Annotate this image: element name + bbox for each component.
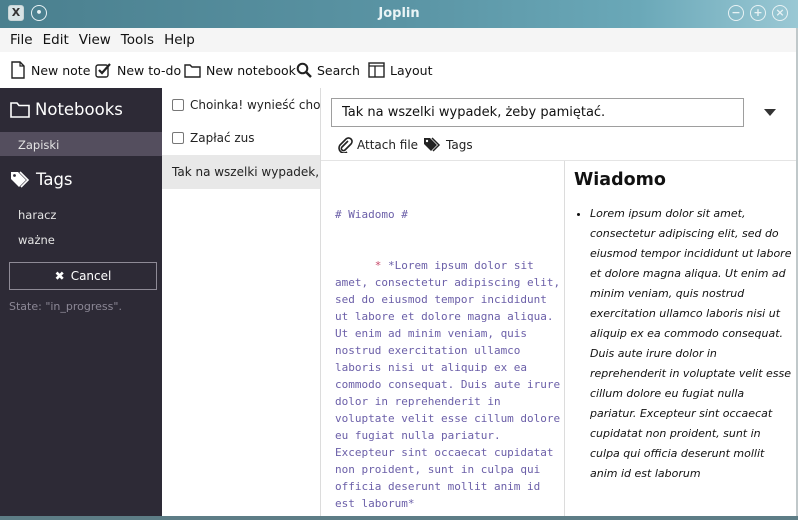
menu-bar: File Edit View Tools Help xyxy=(0,28,798,52)
folder-icon xyxy=(184,63,201,78)
note-title: Tak na wszelki wypadek, żeby pamiętać. xyxy=(172,165,320,179)
notebooks-header-label: Notebooks xyxy=(35,100,123,119)
tags-icon xyxy=(11,170,30,188)
note-title: Zapłać zus xyxy=(190,131,255,145)
title-bar[interactable]: X • Joplin − + × xyxy=(0,0,798,28)
chevron-down-icon[interactable] xyxy=(764,109,776,116)
app-window: X • Joplin − + × File Edit View Tools Help N… xyxy=(0,0,798,520)
preview-list-item: Lorem ipsum dolor sit amet, consectetur … xyxy=(590,204,792,484)
cancel-label: Cancel xyxy=(70,269,112,283)
layout-icon xyxy=(368,62,385,78)
menu-tools[interactable]: Tools xyxy=(116,28,159,48)
note-title-input[interactable] xyxy=(331,98,744,127)
folder-icon xyxy=(10,102,30,118)
menu-file[interactable]: File xyxy=(0,28,38,48)
layout-button[interactable]: Layout xyxy=(368,52,433,88)
search-icon xyxy=(296,62,312,78)
window-border-bottom xyxy=(0,516,798,520)
window-title: Joplin xyxy=(378,6,420,21)
search-button[interactable]: Search xyxy=(296,52,360,88)
tags-header[interactable]: Tags xyxy=(10,170,73,189)
sidebar: Notebooks Zapiski Tags haracz ważne ✖ Ca… xyxy=(0,88,162,520)
new-notebook-label: New notebook xyxy=(206,62,296,78)
paperclip-icon xyxy=(338,137,353,153)
sidebar-item-tag[interactable]: ważne xyxy=(18,233,55,247)
preview-list: Lorem ipsum dolor sit amet, consectetur … xyxy=(574,204,792,484)
new-todo-label: New to-do xyxy=(117,62,182,78)
sidebar-item-tag[interactable]: haracz xyxy=(18,208,56,222)
todo-checkbox[interactable] xyxy=(172,99,184,111)
note-list: Choinka! wynieść choinkę Zapłać zus Tak … xyxy=(162,88,321,520)
new-note-label: New note xyxy=(31,62,91,78)
note-title: Choinka! wynieść choinkę xyxy=(190,98,320,112)
note-editor: Attach file Tags # Wiadomo # * *Lorem ip… xyxy=(321,88,798,520)
list-item[interactable]: Choinka! wynieść choinkę xyxy=(162,88,320,122)
menu-edit[interactable]: Edit xyxy=(38,28,74,48)
tags-icon xyxy=(424,137,441,152)
list-item-selected[interactable]: Tak na wszelki wypadek, żeby pamiętać. xyxy=(162,155,320,189)
sidebar-item-notebook[interactable]: Zapiski xyxy=(18,138,59,152)
markdown-bullet-marker: * xyxy=(374,259,382,272)
minimize-icon[interactable]: − xyxy=(728,5,744,21)
markdown-editor[interactable]: # Wiadomo # * *Lorem ipsum dolor sit ame… xyxy=(335,172,561,520)
tags-button[interactable]: Tags xyxy=(423,134,473,156)
markdown-body: *Lorem ipsum dolor sit amet, consectetur… xyxy=(335,259,567,510)
markdown-heading: # Wiadomo # xyxy=(335,208,408,221)
markdown-preview: Wiadomo Lorem ipsum dolor sit amet, cons… xyxy=(574,170,792,484)
new-notebook-button[interactable]: New notebook xyxy=(184,52,296,88)
new-note-button[interactable]: New note xyxy=(10,52,90,88)
toolbar: New note New to-do New notebook Search L… xyxy=(0,52,798,88)
attach-file-button[interactable]: Attach file xyxy=(337,134,418,156)
maximize-icon[interactable]: + xyxy=(750,5,766,21)
tags-header-label: Tags xyxy=(36,170,73,189)
new-todo-button[interactable]: New to-do xyxy=(95,52,181,88)
sync-state-text: State: "in_progress". xyxy=(9,300,122,313)
todo-checkbox[interactable] xyxy=(172,132,184,144)
divider xyxy=(321,160,798,161)
menu-help[interactable]: Help xyxy=(159,28,200,48)
preview-heading: Wiadomo xyxy=(574,170,666,190)
pane-divider[interactable] xyxy=(564,161,565,520)
file-icon xyxy=(11,61,25,79)
layout-label: Layout xyxy=(390,62,433,78)
list-item[interactable]: Zapłać zus xyxy=(162,121,320,155)
search-label: Search xyxy=(317,62,360,78)
tags-label: Tags xyxy=(446,138,473,152)
close-icon[interactable]: × xyxy=(772,5,788,21)
menu-view[interactable]: View xyxy=(74,28,116,48)
checkbox-icon xyxy=(95,63,111,78)
cancel-sync-button[interactable]: ✖ Cancel xyxy=(9,262,157,290)
close-icon: ✖ xyxy=(54,269,65,283)
attach-file-label: Attach file xyxy=(357,138,419,152)
notebooks-header[interactable]: Notebooks xyxy=(10,100,123,119)
